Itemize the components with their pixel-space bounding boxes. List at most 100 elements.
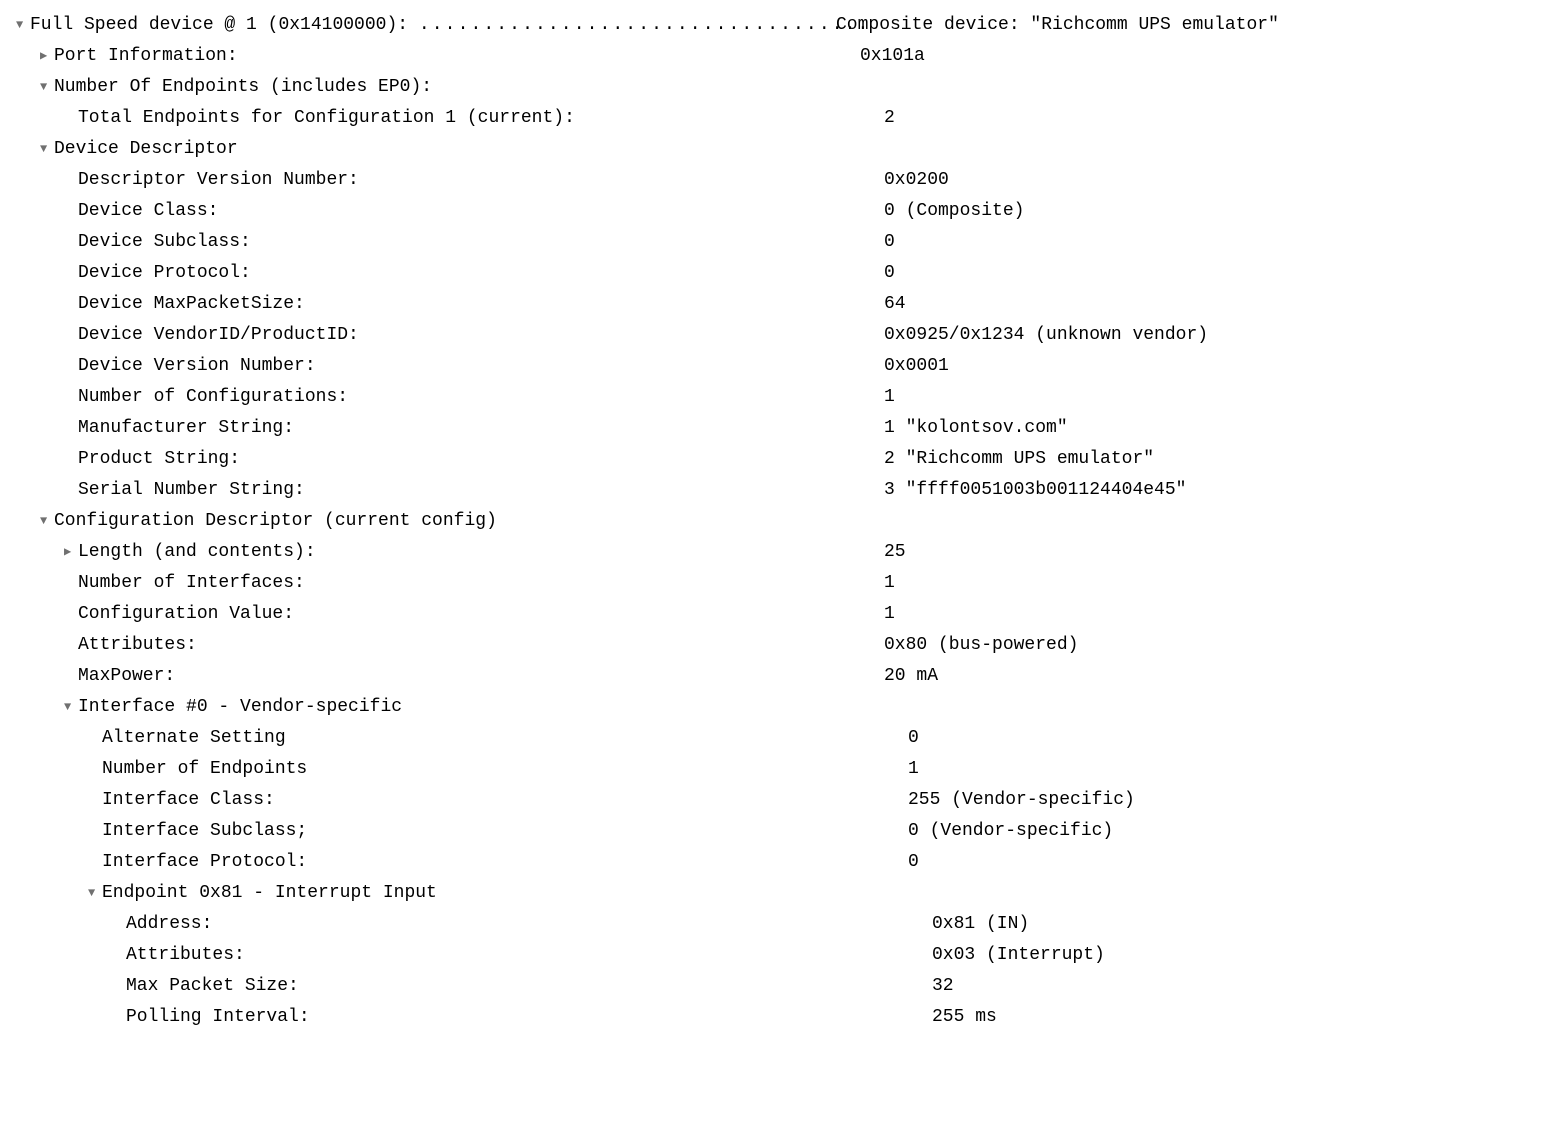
- disclosure-spacer: ▼: [88, 723, 102, 753]
- label-text: Product String:: [78, 449, 240, 469]
- label-text: Device Class:: [78, 201, 218, 221]
- disclosure-spacer: ▼: [64, 351, 78, 381]
- tree-row: ▼Number of Interfaces:1: [16, 568, 1536, 599]
- label-text: MaxPower:: [78, 666, 175, 686]
- disclosure-spacer: ▼: [112, 971, 126, 1001]
- label-text: Number of Interfaces:: [78, 573, 305, 593]
- tree-row: ▼Configuration Value:1: [16, 599, 1536, 630]
- disclosure-down-icon[interactable]: ▼: [64, 692, 78, 722]
- row-label: ▼Interface Class:: [16, 785, 908, 816]
- label-text: Device MaxPacketSize:: [78, 294, 305, 314]
- row-label: ▼Device VendorID/ProductID:: [16, 320, 884, 351]
- row-value: [884, 692, 1536, 723]
- row-value: 0x0200: [884, 165, 1536, 196]
- row-label: ▼Attributes:: [16, 940, 932, 971]
- tree-row: ▼Descriptor Version Number:0x0200: [16, 165, 1536, 196]
- disclosure-down-icon[interactable]: ▼: [16, 10, 30, 40]
- tree-row: ▼Total Endpoints for Configuration 1 (cu…: [16, 103, 1536, 134]
- row-value: 0: [908, 723, 1536, 754]
- row-label: ▼Alternate Setting: [16, 723, 908, 754]
- row-label: ▼Manufacturer String:: [16, 413, 884, 444]
- disclosure-right-icon[interactable]: ▶: [64, 537, 78, 567]
- tree-row: ▼Manufacturer String:1 "kolontsov.com": [16, 413, 1536, 444]
- disclosure-down-icon[interactable]: ▼: [40, 506, 54, 536]
- label-text: Port Information:: [54, 46, 238, 66]
- tree-row: ▼Polling Interval:255 ms: [16, 1002, 1536, 1033]
- disclosure-down-icon[interactable]: ▼: [88, 878, 102, 908]
- row-label: ▼Interface Subclass;: [16, 816, 908, 847]
- disclosure-spacer: ▼: [64, 475, 78, 505]
- row-label: ▼Configuration Value:: [16, 599, 884, 630]
- tree-row[interactable]: ▼Configuration Descriptor (current confi…: [16, 506, 1536, 537]
- label-text: Total Endpoints for Configuration 1 (cur…: [78, 108, 575, 128]
- tree-row[interactable]: ▼Full Speed device @ 1 (0x14100000): ...…: [16, 10, 1536, 41]
- label-text: Alternate Setting: [102, 728, 286, 748]
- tree-row: ▼MaxPower:20 mA: [16, 661, 1536, 692]
- row-label: ▼Device Protocol:: [16, 258, 884, 289]
- row-label: ▼Descriptor Version Number:: [16, 165, 884, 196]
- row-label: ▼Device Version Number:: [16, 351, 884, 382]
- label-text: Serial Number String:: [78, 480, 305, 500]
- disclosure-right-icon[interactable]: ▶: [40, 41, 54, 71]
- row-value: 2: [884, 103, 1536, 134]
- row-label: ▶Length (and contents):: [16, 537, 884, 568]
- row-value: [860, 134, 1536, 165]
- row-label: ▼Full Speed device @ 1 (0x14100000): ...…: [16, 10, 836, 41]
- row-value: 0x03 (Interrupt): [932, 940, 1536, 971]
- label-text: Number of Endpoints: [102, 759, 307, 779]
- tree-row[interactable]: ▼Endpoint 0x81 - Interrupt Input: [16, 878, 1536, 909]
- row-value: 0x80 (bus-powered): [884, 630, 1536, 661]
- disclosure-spacer: ▼: [64, 196, 78, 226]
- row-label: ▼Number Of Endpoints (includes EP0):: [16, 72, 860, 103]
- tree-row: ▼Interface Protocol:0: [16, 847, 1536, 878]
- disclosure-spacer: ▼: [64, 258, 78, 288]
- row-value: 20 mA: [884, 661, 1536, 692]
- row-value: 0x101a: [860, 41, 1536, 72]
- tree-row[interactable]: ▶Length (and contents):25: [16, 537, 1536, 568]
- disclosure-spacer: ▼: [64, 568, 78, 598]
- disclosure-spacer: ▼: [112, 1002, 126, 1032]
- disclosure-spacer: ▼: [64, 599, 78, 629]
- row-label: ▼MaxPower:: [16, 661, 884, 692]
- tree-row[interactable]: ▼Interface #0 - Vendor-specific: [16, 692, 1536, 723]
- disclosure-spacer: ▼: [88, 847, 102, 877]
- row-label: ▼Number of Configurations:: [16, 382, 884, 413]
- row-value: 2 "Richcomm UPS emulator": [884, 444, 1536, 475]
- row-value: 1 "kolontsov.com": [884, 413, 1536, 444]
- disclosure-spacer: ▼: [64, 444, 78, 474]
- label-text: Interface Subclass;: [102, 821, 307, 841]
- disclosure-down-icon[interactable]: ▼: [40, 134, 54, 164]
- leader-dots: ...................................: [419, 15, 871, 35]
- row-label: ▼Interface Protocol:: [16, 847, 908, 878]
- label-text: Number Of Endpoints (includes EP0):: [54, 77, 432, 97]
- tree-row[interactable]: ▶Port Information:0x101a: [16, 41, 1536, 72]
- label-text: Attributes:: [126, 945, 245, 965]
- tree-row: ▼Number of Configurations:1: [16, 382, 1536, 413]
- row-value: 0: [908, 847, 1536, 878]
- row-value: [860, 72, 1536, 103]
- row-label: ▼Configuration Descriptor (current confi…: [16, 506, 860, 537]
- tree-row[interactable]: ▼Number Of Endpoints (includes EP0):: [16, 72, 1536, 103]
- row-value: 3 "ffff0051003b001124404e45": [884, 475, 1536, 506]
- row-label: ▼Number of Endpoints: [16, 754, 908, 785]
- label-text: Number of Configurations:: [78, 387, 348, 407]
- label-text: Max Packet Size:: [126, 976, 299, 996]
- row-value: 0: [884, 227, 1536, 258]
- tree-row: ▼Interface Class:255 (Vendor-specific): [16, 785, 1536, 816]
- label-text: Configuration Descriptor (current config…: [54, 511, 497, 531]
- row-value: 1: [884, 599, 1536, 630]
- tree-row: ▼Attributes:0x80 (bus-powered): [16, 630, 1536, 661]
- disclosure-spacer: ▼: [64, 289, 78, 319]
- row-value: 25: [884, 537, 1536, 568]
- row-label: ▼Device MaxPacketSize:: [16, 289, 884, 320]
- row-label: ▼Product String:: [16, 444, 884, 475]
- row-label: ▼Address:: [16, 909, 932, 940]
- label-text: Device Version Number:: [78, 356, 316, 376]
- label-text: Device Protocol:: [78, 263, 251, 283]
- row-label: ▶Port Information:: [16, 41, 860, 72]
- label-text: Interface #0 - Vendor-specific: [78, 697, 402, 717]
- tree-row[interactable]: ▼Device Descriptor: [16, 134, 1536, 165]
- disclosure-down-icon[interactable]: ▼: [40, 72, 54, 102]
- row-value: 1: [884, 382, 1536, 413]
- label-text: Attributes:: [78, 635, 197, 655]
